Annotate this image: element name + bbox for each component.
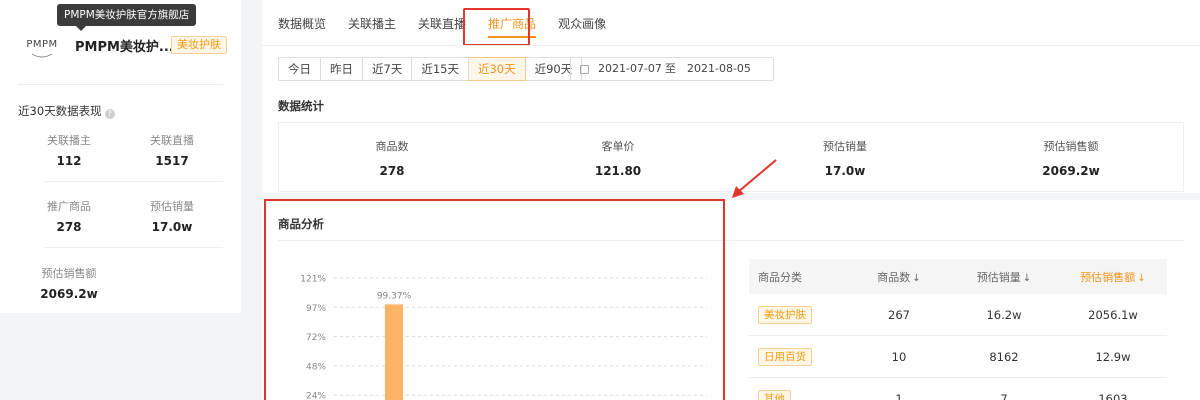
summary-stat-promoted-products: 推广商品 278 <box>24 198 114 234</box>
stat-label: 商品数 <box>375 140 409 153</box>
shop-summary-card: PMPM PMPM美妆护... 美妆护肤 PMPM美妆护肤官方旗舰店 近30天数… <box>0 0 241 313</box>
stat-value: 121.80 <box>594 164 642 178</box>
divider <box>18 84 223 85</box>
section-gap <box>262 193 1200 200</box>
shop-logo: PMPM <box>26 39 57 58</box>
stat-label: 客单价 <box>601 140 635 153</box>
stat-label: 预估销量 <box>823 140 867 153</box>
stat-value: 278 <box>379 164 405 178</box>
tooltip-arrow <box>76 26 86 31</box>
stat-est-sales: 预估销售额 2069.2w <box>1011 138 1131 178</box>
tab-bar: 数据概览 关联播主 关联直播 推广商品 观众画像 <box>278 16 628 40</box>
summary-stat-linked-streamers: 关联播主 112 <box>24 132 114 168</box>
range-yesterday-button[interactable]: 昨日 <box>321 57 363 81</box>
shop-name[interactable]: PMPM美妆护... <box>75 36 174 55</box>
end-date: 2021-08-05 <box>687 62 751 75</box>
shop-category-tag: 美妆护肤 <box>171 36 227 54</box>
divider <box>45 247 223 248</box>
stat-value: 17.0w <box>151 220 193 234</box>
range-15d-button[interactable]: 近15天 <box>412 57 469 81</box>
info-icon[interactable]: ? <box>104 109 115 119</box>
divider <box>45 181 223 182</box>
tab-audience-profile[interactable]: 观众画像 <box>558 16 606 40</box>
date-range-selector: 今日 昨日 近7天 近15天 近30天 近90天 <box>278 57 583 81</box>
stat-label: 预估销量 <box>150 200 194 213</box>
stat-label: 预估销售额 <box>1043 140 1099 153</box>
stat-value: 2069.2w <box>40 287 98 301</box>
stat-label: 关联直播 <box>150 134 194 147</box>
start-date: 2021-07-07 <box>598 62 662 75</box>
date-separator: 至 <box>665 62 676 75</box>
stat-label: 推广商品 <box>47 200 91 213</box>
stat-value: 278 <box>56 220 82 234</box>
stat-avg-order-value: 客单价 121.80 <box>558 138 678 178</box>
stat-est-volume: 预估销量 17.0w <box>785 138 905 178</box>
stat-product-count: 商品数 278 <box>332 138 452 178</box>
annotation-highlight-box <box>463 8 530 46</box>
tab-overview[interactable]: 数据概览 <box>278 16 326 40</box>
main-panel: 数据概览 关联播主 关联直播 推广商品 观众画像 今日 昨日 近7天 近15天 … <box>262 0 1200 400</box>
data-stats-title: 数据统计 <box>278 99 324 113</box>
stat-value: 1517 <box>155 154 189 168</box>
range-30d-button[interactable]: 近30天 <box>468 57 526 81</box>
stat-value: 17.0w <box>824 164 866 178</box>
calendar-icon <box>580 65 589 74</box>
range-7d-button[interactable]: 近7天 <box>363 57 413 81</box>
stat-label: 关联播主 <box>47 134 91 147</box>
tab-linked-streamers[interactable]: 关联播主 <box>348 16 396 40</box>
stat-value: 112 <box>56 154 82 168</box>
tab-linked-lives[interactable]: 关联直播 <box>418 16 466 40</box>
summary-stat-est-sales: 预估销售额 2069.2w <box>24 265 114 301</box>
stat-label: 预估销售额 <box>41 267 97 280</box>
svg-text:PMPM: PMPM <box>26 39 57 50</box>
shop-name-tooltip: PMPM美妆护肤官方旗舰店 <box>57 4 197 26</box>
divider <box>262 45 1200 46</box>
summary-title: 近30天数据表现? <box>18 103 115 119</box>
date-range-picker[interactable]: 2021-07-07 至 2021-08-05 <box>570 57 774 81</box>
summary-stat-linked-lives: 关联直播 1517 <box>127 132 217 168</box>
range-today-button[interactable]: 今日 <box>278 57 321 81</box>
data-stats-box: 商品数 278 客单价 121.80 预估销量 17.0w 预估销售额 2069… <box>278 122 1184 192</box>
summary-stat-est-volume: 预估销量 17.0w <box>127 198 217 234</box>
summary-title-text: 近30天数据表现 <box>18 104 102 118</box>
stat-value: 2069.2w <box>1042 164 1100 178</box>
